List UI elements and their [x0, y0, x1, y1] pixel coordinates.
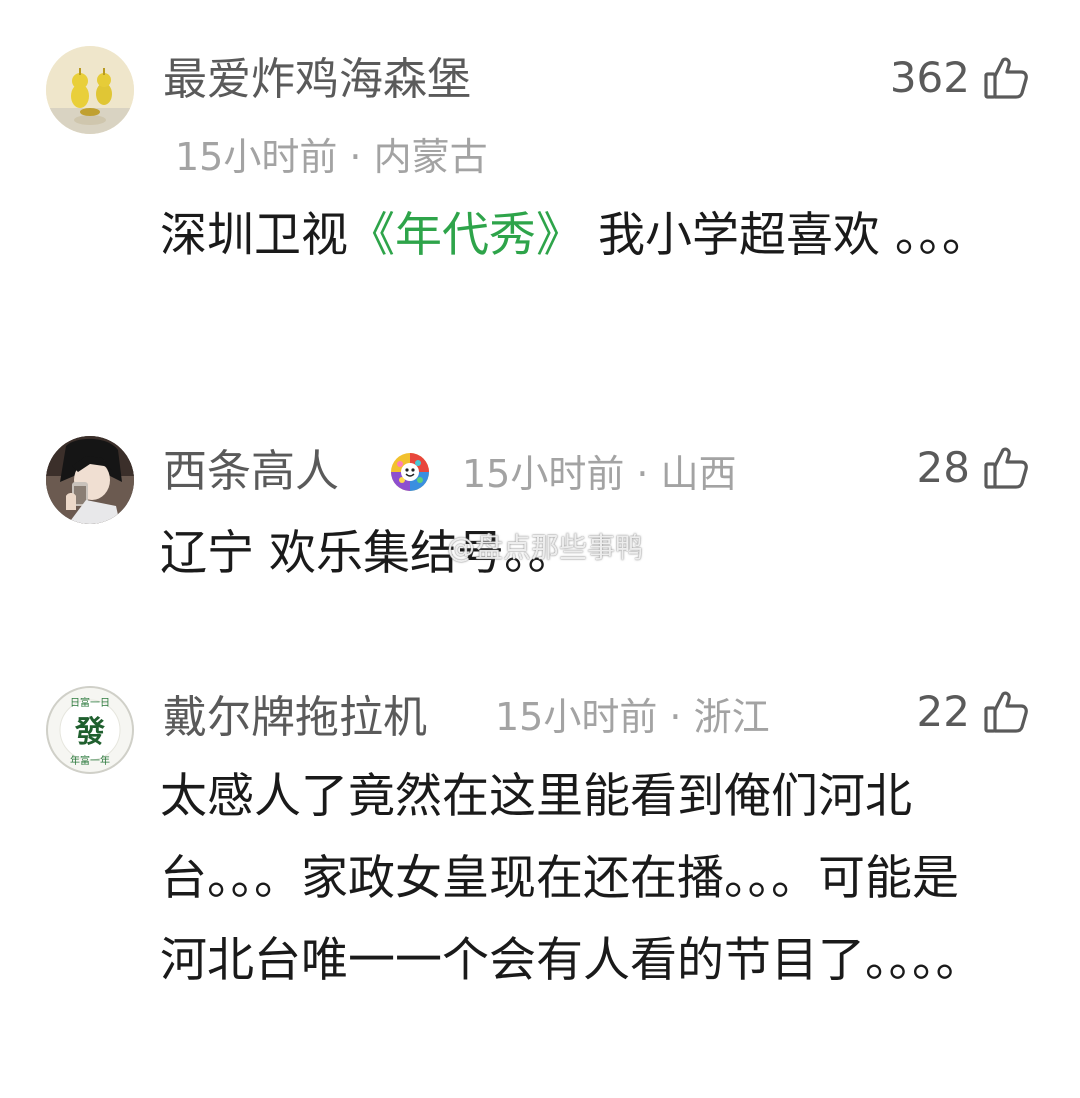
comment-meta: 15小时前 · 山西: [462, 452, 737, 496]
svg-text:日富一日: 日富一日: [70, 696, 110, 709]
comment-body-text: 我小学超喜欢 。。。: [583, 208, 989, 263]
thumbs-up-icon: [982, 54, 1030, 102]
medal-badge-icon: [390, 452, 430, 492]
like-count: 22: [916, 687, 970, 736]
comment-body-text: 深圳卫视: [160, 208, 348, 263]
username[interactable]: 戴尔牌拖拉机: [163, 696, 427, 740]
like-button[interactable]: 22: [917, 688, 1030, 736]
comment-meta: 15小时前 · 浙江: [495, 695, 770, 739]
like-count: 28: [916, 443, 970, 492]
comment-item: 最爱炸鸡海森堡 15小时前 · 内蒙古 362 深圳卫视《年代秀》 我小学超喜欢…: [0, 0, 1080, 360]
thumbs-up-icon: [982, 444, 1030, 492]
username[interactable]: 最爱炸鸡海森堡: [163, 58, 471, 102]
like-button[interactable]: 28: [917, 444, 1030, 492]
avatar-text: 發: [74, 715, 105, 750]
comment-meta: 15小时前 · 内蒙古: [175, 135, 488, 179]
avatar[interactable]: [46, 436, 134, 524]
comment-body: 太感人了竟然在这里能看到俺们河北台。。。家政女皇现在还在播。。。可能是河北台唯一…: [160, 769, 983, 988]
avatar[interactable]: [46, 46, 134, 134]
comment-item: 日富一日 年富一年 發 戴尔牌拖拉机 15小时前 · 浙江 22 太感人了竟然在…: [0, 660, 1080, 1098]
username[interactable]: 西条高人: [163, 450, 339, 494]
like-button[interactable]: 362: [890, 54, 1030, 102]
avatar[interactable]: 日富一日 年富一年 發: [46, 686, 134, 774]
svg-text:年富一年: 年富一年: [70, 754, 110, 767]
topic-link[interactable]: 《年代秀》: [348, 208, 583, 263]
thumbs-up-icon: [982, 688, 1030, 736]
comment-item: 西条高人 15小时前 · 山西 28 辽宁 欢乐集结号。。: [0, 360, 1080, 660]
like-count: 362: [889, 53, 970, 102]
watermark: @盘点那些事鸭: [447, 531, 644, 564]
comment-body: 深圳卫视《年代秀》 我小学超喜欢 。。。: [160, 195, 1000, 277]
